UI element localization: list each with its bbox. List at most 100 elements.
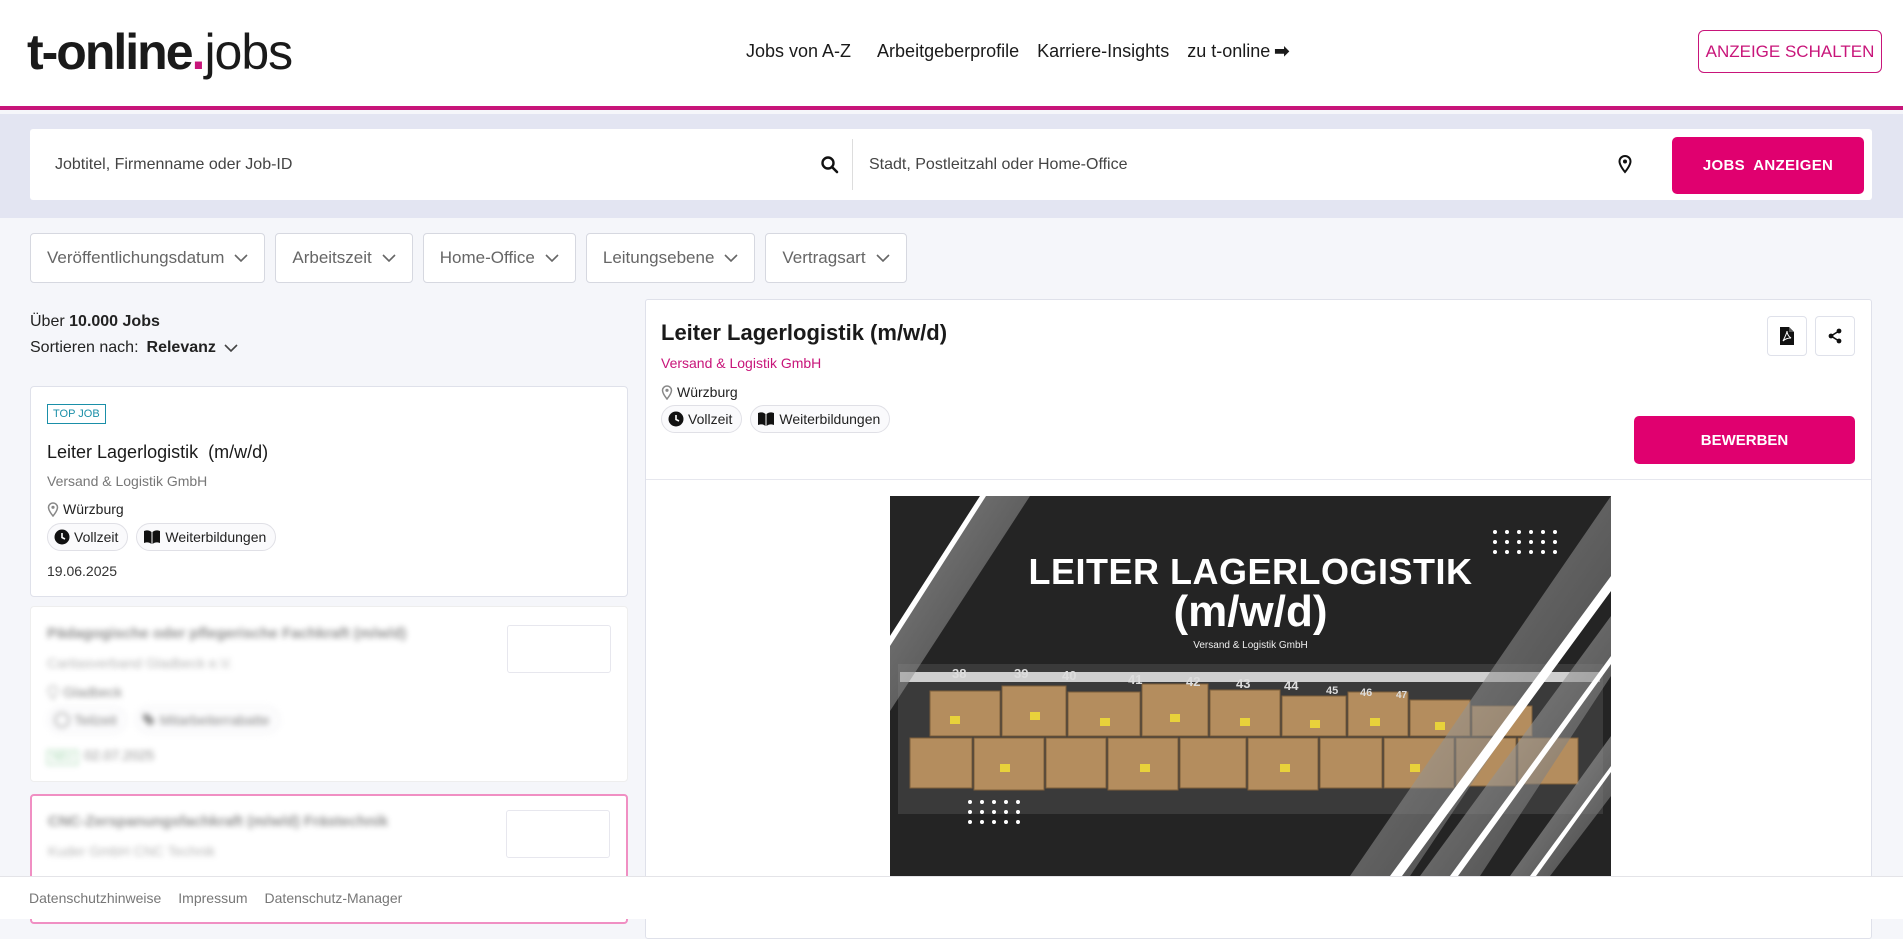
chevron-down-icon bbox=[382, 254, 396, 262]
footer-bar: Datenschutzhinweise Impressum Datenschut… bbox=[0, 876, 1903, 919]
logo-suffix: jobs bbox=[204, 24, 293, 80]
job-company: Caritasverband Gladbeck e.V. bbox=[47, 655, 233, 671]
filter-publication-date[interactable]: Veröffentlichungsdatum bbox=[30, 233, 266, 283]
logo-main: t-online bbox=[27, 24, 194, 80]
tag-discounts: Mitarbeiterrabatte bbox=[134, 706, 280, 734]
chevron-down-icon bbox=[875, 254, 890, 262]
job-location-label: Würzburg bbox=[63, 501, 124, 517]
job-detail-company[interactable]: Versand & Logistik GmbH bbox=[661, 355, 821, 371]
location-pin-icon bbox=[661, 384, 673, 400]
job-date: NEU 02.07.2025 bbox=[47, 747, 154, 765]
job-detail-tags: Vollzeit Weiterbildungen bbox=[661, 405, 891, 433]
company-logo bbox=[506, 810, 610, 858]
filter-label: Leitungsebene bbox=[602, 248, 715, 267]
location-pin-icon bbox=[47, 501, 59, 517]
main-nav: Jobs von A-Z Arbeitgeberprofile Karriere… bbox=[746, 40, 1307, 62]
footer-link-privacy[interactable]: Datenschutzhinweise bbox=[29, 890, 161, 906]
search-divider bbox=[852, 139, 853, 190]
search-icon[interactable] bbox=[820, 155, 840, 175]
tag-training: Weiterbildungen bbox=[136, 523, 277, 551]
job-title[interactable]: CNC-Zerspanungsfachkraft (m/w/d) Frästec… bbox=[48, 813, 388, 830]
count-suffix: Jobs bbox=[122, 313, 160, 330]
tag-label: Weiterbildungen bbox=[779, 411, 881, 427]
results-count: Über 10.000 Jobs bbox=[30, 313, 160, 331]
job-title[interactable]: Leiter Lagerlogistik (m/w/d) bbox=[47, 442, 268, 463]
logo-dot: . bbox=[191, 24, 206, 80]
job-company: Versand & Logistik GmbH bbox=[47, 473, 208, 489]
banner-company: Versand & Logistik GmbH bbox=[1193, 640, 1308, 651]
location-pin-icon bbox=[1618, 155, 1632, 174]
location-pin-icon bbox=[47, 684, 59, 700]
chevron-down-icon bbox=[224, 344, 238, 352]
location-input[interactable]: Stadt, Postleitzahl oder Home-Office bbox=[869, 129, 1669, 200]
show-jobs-button[interactable]: JOBS ANZEIGEN bbox=[1672, 137, 1864, 194]
shelf-number: 38 bbox=[952, 666, 966, 681]
apply-button[interactable]: BEWERBEN bbox=[1634, 416, 1855, 464]
count-value: 10.000 bbox=[69, 313, 119, 330]
filter-management-level[interactable]: Leitungsebene bbox=[585, 233, 756, 283]
share-button[interactable] bbox=[1815, 316, 1855, 356]
new-badge: NEU bbox=[47, 750, 79, 765]
job-card[interactable]: Pädagogische oder pflegerische Fachkraft… bbox=[30, 606, 628, 782]
filter-working-time[interactable]: Arbeitszeit bbox=[275, 233, 413, 283]
filter-home-office[interactable]: Home-Office bbox=[422, 233, 576, 283]
search-bar: Jobtitel, Firmenname oder Job-ID Stadt, … bbox=[30, 129, 1872, 200]
job-banner-image: 38 39 40 41 42 43 44 45 46 47 LEITER LAG… bbox=[890, 496, 1611, 876]
arrow-right-icon: ➡ bbox=[1274, 41, 1290, 61]
share-icon bbox=[1828, 328, 1842, 344]
top-job-badge: TOP JOB bbox=[47, 404, 106, 424]
chevron-down-icon bbox=[545, 254, 559, 262]
job-detail-location-label: Würzburg bbox=[677, 384, 738, 400]
pdf-download-button[interactable] bbox=[1767, 316, 1807, 356]
shelf-number: 46 bbox=[1360, 687, 1372, 699]
tag-label: Teilzeit bbox=[74, 712, 117, 728]
tag-label: Vollzeit bbox=[688, 411, 733, 427]
company-logo bbox=[507, 625, 611, 673]
site-header: t-online.jobs Jobs von A-Z Arbeitgeberpr… bbox=[0, 0, 1903, 110]
job-company: Kuder GmbH CNC Technik bbox=[48, 843, 216, 859]
nav-employer-profiles[interactable]: Arbeitgeberprofile bbox=[877, 40, 1019, 62]
tag-training: Weiterbildungen bbox=[750, 405, 891, 433]
tag-parttime: Teilzeit bbox=[47, 706, 127, 734]
job-detail-panel: Leiter Lagerlogistik (m/w/d) Versand & L… bbox=[645, 299, 1872, 939]
nav-to-t-online[interactable]: zu t-online ➡ bbox=[1187, 40, 1289, 62]
sort-value: Relevanz bbox=[146, 339, 216, 356]
filter-contract-type[interactable]: Vertragsart bbox=[765, 233, 907, 283]
job-card[interactable]: TOP JOB Leiter Lagerlogistik (m/w/d) Ver… bbox=[30, 386, 628, 597]
filter-label: Home-Office bbox=[439, 248, 535, 267]
shelf-number: 42 bbox=[1186, 674, 1200, 689]
sort-dropdown[interactable]: Sortieren nach: Relevanz bbox=[30, 339, 238, 357]
job-tags: Vollzeit Weiterbildungen bbox=[47, 523, 277, 551]
price-tag-icon bbox=[142, 714, 155, 726]
filter-bar: Veröffentlichungsdatum Arbeitszeit Home-… bbox=[30, 233, 907, 283]
job-location: Gladbeck bbox=[47, 684, 122, 700]
job-location: Würzburg bbox=[47, 501, 124, 517]
shelf-number: 39 bbox=[1014, 666, 1028, 681]
job-title[interactable]: Pädagogische oder pflegerische Fachkraft… bbox=[47, 625, 406, 642]
job-detail-title: Leiter Lagerlogistik (m/w/d) bbox=[661, 320, 948, 345]
nav-jobs-a-z[interactable]: Jobs von A-Z bbox=[746, 40, 851, 62]
footer-link-privacy-manager[interactable]: Datenschutz-Manager bbox=[265, 890, 403, 906]
shelf-number: 40 bbox=[1062, 668, 1076, 683]
banner-subheadline: (m/w/d) bbox=[1173, 587, 1328, 636]
job-query-input[interactable]: Jobtitel, Firmenname oder Job-ID bbox=[55, 129, 855, 200]
sort-label: Sortieren nach: bbox=[30, 339, 139, 356]
chevron-down-icon bbox=[234, 254, 248, 262]
tag-label: Weiterbildungen bbox=[165, 529, 267, 545]
clock-icon bbox=[668, 411, 684, 427]
count-prefix: Über bbox=[30, 313, 65, 330]
job-tags: Teilzeit Mitarbeiterrabatte bbox=[47, 706, 280, 734]
tag-label: Vollzeit bbox=[74, 529, 119, 545]
shelf-number: 44 bbox=[1284, 678, 1299, 693]
pdf-icon bbox=[1780, 327, 1794, 345]
shelf-number: 43 bbox=[1236, 676, 1250, 691]
nav-career-insights[interactable]: Karriere-Insights bbox=[1037, 40, 1169, 62]
filter-label: Arbeitszeit bbox=[292, 248, 372, 267]
job-detail-header: Leiter Lagerlogistik (m/w/d) Versand & L… bbox=[646, 300, 1871, 480]
site-logo[interactable]: t-online.jobs bbox=[27, 22, 293, 82]
place-ad-button[interactable]: ANZEIGE SCHALTEN bbox=[1698, 30, 1882, 73]
job-date: 19.06.2025 bbox=[47, 563, 118, 579]
tag-fulltime: Vollzeit bbox=[47, 523, 129, 551]
job-date-label: 02.07.2025 bbox=[84, 747, 155, 763]
footer-link-imprint[interactable]: Impressum bbox=[178, 890, 247, 906]
